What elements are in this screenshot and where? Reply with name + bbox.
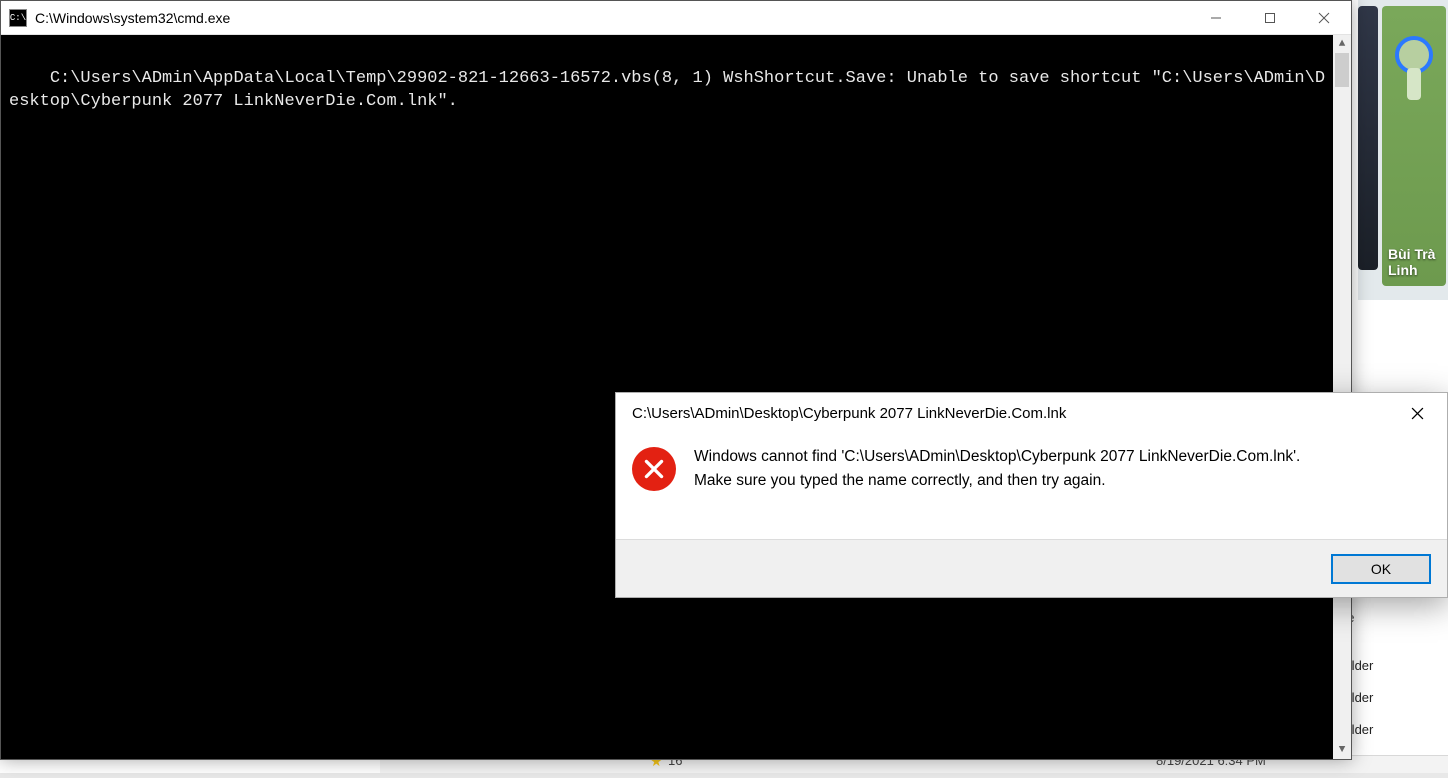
cmd-window[interactable]: C:\ C:\Windows\system32\cmd.exe C:\Users… [0,0,1352,760]
thumbnail-label: Bùi Trà Linh [1388,246,1440,278]
dialog-message-line2: Make sure you typed the name correctly, … [694,472,1106,489]
dialog-title: C:\Users\ADmin\Desktop\Cyberpunk 2077 Li… [632,405,1397,422]
scroll-down-icon[interactable]: ▼ [1333,741,1351,759]
cmd-output-text: C:\Users\ADmin\AppData\Local\Temp\29902-… [9,69,1325,111]
thumbnail-contact[interactable]: Bùi Trà Linh [1382,6,1446,286]
cmd-title: C:\Windows\system32\cmd.exe [35,10,1189,26]
explorer-col-header-type[interactable]: pe [1340,610,1444,625]
dialog-footer: OK [616,539,1447,597]
thumbnail-prev [1358,6,1378,270]
maximize-button[interactable] [1243,1,1297,34]
dialog-content: Windows cannot find 'C:\Users\ADmin\Desk… [616,433,1447,511]
dialog-titlebar[interactable]: C:\Users\ADmin\Desktop\Cyberpunk 2077 Li… [616,393,1447,433]
error-icon [632,447,676,491]
cmd-icon: C:\ [9,9,27,27]
dialog-message-line1: Windows cannot find 'C:\Users\ADmin\Desk… [694,448,1300,465]
scroll-thumb[interactable] [1335,53,1349,87]
right-side-panel: Bùi Trà Linh [1358,0,1448,300]
dialog-close-button[interactable] [1397,398,1437,428]
window-controls [1189,1,1351,34]
cmd-titlebar[interactable]: C:\ C:\Windows\system32\cmd.exe [1,1,1351,35]
ok-button[interactable]: OK [1331,554,1431,584]
dialog-message: Windows cannot find 'C:\Users\ADmin\Desk… [694,445,1300,493]
error-dialog[interactable]: C:\Users\ADmin\Desktop\Cyberpunk 2077 Li… [615,392,1448,598]
close-button[interactable] [1297,1,1351,34]
avatar-body [1407,68,1421,100]
minimize-button[interactable] [1189,1,1243,34]
scroll-up-icon[interactable]: ▲ [1333,35,1351,53]
